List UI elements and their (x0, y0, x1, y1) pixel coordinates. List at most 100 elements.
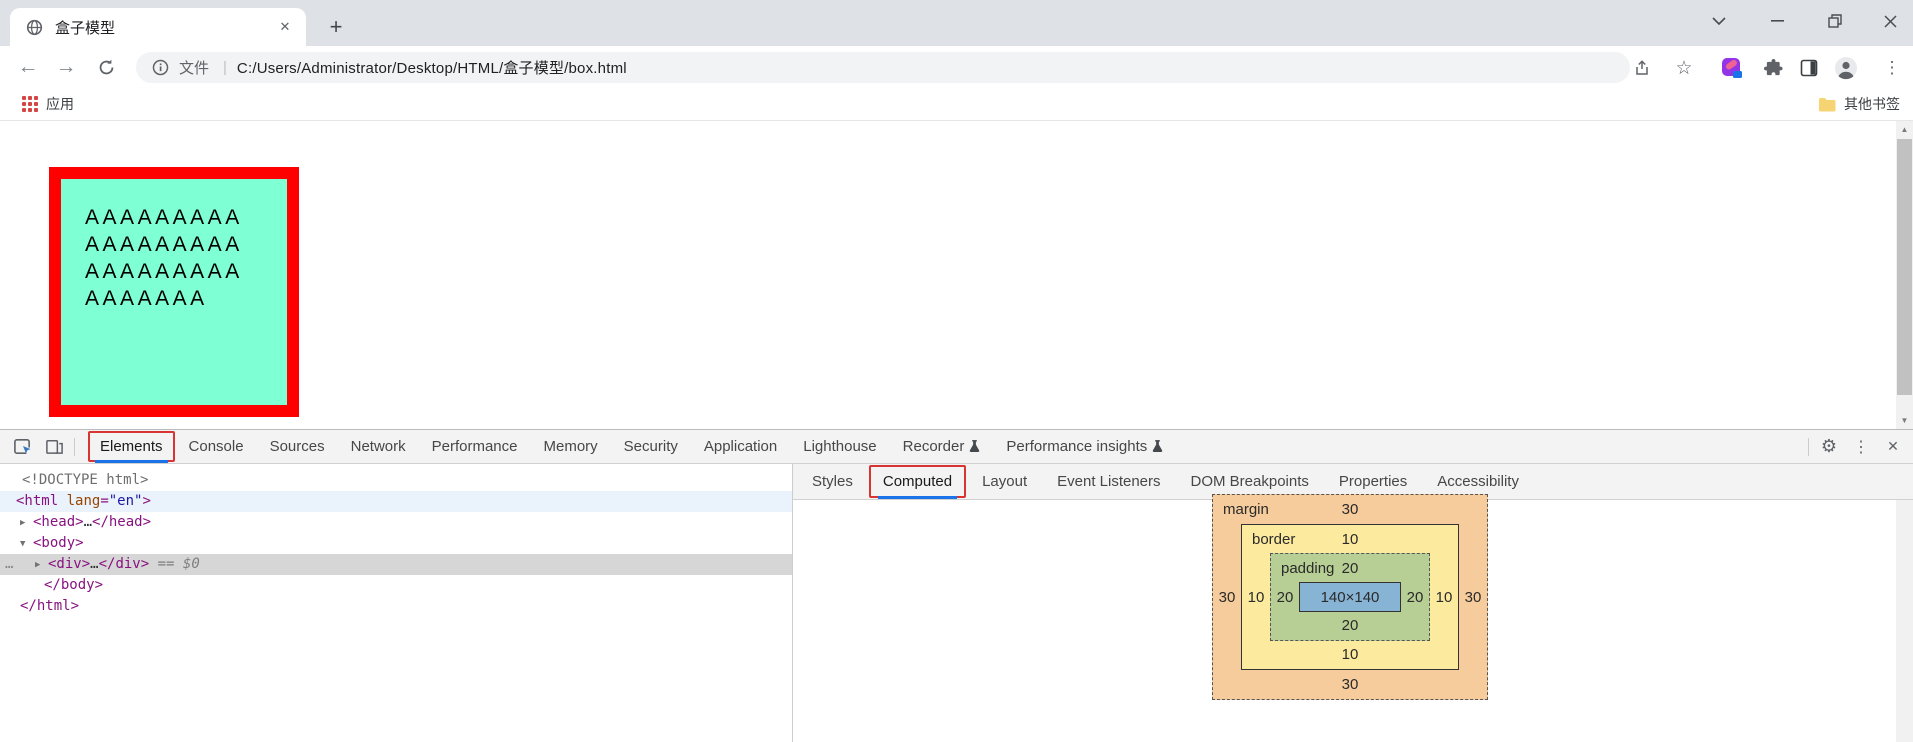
browser-menu-icon[interactable]: ⋮ (1878, 54, 1906, 82)
sidebar-tab-label: Layout (982, 473, 1027, 490)
box-model-padding-ring[interactable]: padding 20 20 20 20 140×140 (1270, 553, 1430, 641)
content-size-value: 140×140 (1321, 589, 1380, 606)
dom-tree-row[interactable]: <!DOCTYPE html> (0, 470, 792, 491)
devtools-tab-label: Console (189, 438, 244, 455)
dom-tree-row[interactable]: <html lang="en"> (0, 491, 792, 512)
expand-arrow-icon[interactable]: ▶ (35, 555, 40, 576)
sidebar-tab-label: Accessibility (1437, 473, 1519, 490)
devtools-tab-performance[interactable]: Performance (419, 430, 531, 463)
devtools-tab-sources[interactable]: Sources (257, 430, 338, 463)
devtools-tab-network[interactable]: Network (338, 430, 419, 463)
dom-node-text: </body> (0, 577, 103, 593)
url-scheme-label: 文件 (179, 57, 209, 78)
box-model-demo-element: A A A A A A A A AA A A A A A A A AA A A … (49, 167, 299, 417)
devtools-tab-label: Lighthouse (803, 438, 876, 455)
sidebar-tab-label: Event Listeners (1057, 473, 1160, 490)
scroll-up-icon[interactable]: ▲ (1896, 121, 1913, 138)
devtools-tab-security[interactable]: Security (611, 430, 691, 463)
restore-button[interactable] (1812, 0, 1858, 42)
sidebar-tab-computed[interactable]: Computed (868, 464, 967, 499)
devtools-tab-label: Elements (100, 438, 163, 455)
demo-box-text-line: A A A A A A A A A (85, 258, 287, 285)
device-toolbar-icon[interactable] (38, 434, 70, 460)
border-left-value: 10 (1242, 525, 1270, 669)
forward-icon[interactable]: → (52, 53, 80, 81)
toolbar-divider (74, 438, 75, 456)
extension-badge-icon[interactable] (1718, 54, 1746, 82)
devtools-close-icon[interactable]: ✕ (1877, 434, 1909, 460)
new-tab-button[interactable]: + (322, 13, 350, 41)
tab-search-chevron-icon[interactable] (1696, 0, 1742, 42)
browser-tab[interactable]: 盒子模型 ✕ (10, 8, 306, 46)
sidebar-tab-label: DOM Breakpoints (1191, 473, 1309, 490)
sidebar-scrollbar[interactable] (1896, 500, 1913, 742)
tab-strip: 盒子模型 ✕ + (0, 0, 1913, 46)
box-model-border-ring[interactable]: border 10 10 10 10 padding 20 20 20 20 1… (1241, 524, 1459, 670)
border-top-value: 10 (1242, 525, 1458, 554)
devtools-tab-lighthouse[interactable]: Lighthouse (790, 430, 889, 463)
devtools-tab-elements[interactable]: Elements (87, 430, 176, 463)
scroll-down-icon[interactable]: ▼ (1896, 412, 1913, 429)
dom-node-text: <!DOCTYPE html> (0, 472, 148, 488)
url-text: C:/Users/Administrator/Desktop/HTML/盒子模型… (237, 57, 627, 78)
elements-dom-tree: <!DOCTYPE html> <html lang="en">▶<head>…<… (0, 464, 793, 742)
devtools-tab-label: Security (624, 438, 678, 455)
bookmarks-bar: 应用 其他书签 (0, 88, 1913, 121)
apps-label: 应用 (46, 94, 74, 114)
page-scrollbar[interactable]: ▲ ▼ (1896, 121, 1913, 429)
reload-icon[interactable] (92, 53, 120, 81)
side-panel-icon[interactable] (1795, 54, 1823, 82)
flask-icon (969, 440, 980, 453)
devtools-tab-console[interactable]: Console (176, 430, 257, 463)
expand-arrow-icon[interactable]: ▶ (20, 513, 25, 534)
margin-left-value: 30 (1213, 495, 1241, 699)
dom-tree-row[interactable]: </body> (0, 575, 792, 596)
tab-close-icon[interactable]: ✕ (274, 16, 296, 38)
sidebar-tab-styles[interactable]: Styles (797, 464, 868, 499)
border-bottom-value: 10 (1242, 640, 1458, 669)
browser-toolbar: ← → 文件 | C:/Users/Administrator/Desktop/… (0, 46, 1913, 88)
share-icon[interactable] (1628, 54, 1656, 82)
dom-tree-row[interactable]: …▶<div>…</div> == $0 (0, 554, 792, 575)
bookmark-apps[interactable]: 应用 (22, 88, 74, 120)
bookmark-star-icon[interactable]: ☆ (1670, 54, 1698, 82)
devtools-tab-memory[interactable]: Memory (531, 430, 611, 463)
sidebar-tab-event-listeners[interactable]: Event Listeners (1042, 464, 1175, 499)
devtools-toolbar: Elements Console Sources Network Performance… (0, 429, 1913, 464)
dom-tree-row[interactable]: ▼<body> (0, 533, 792, 554)
profile-avatar[interactable] (1832, 54, 1860, 82)
box-model-content[interactable]: 140×140 (1299, 582, 1401, 612)
globe-favicon-icon (26, 19, 43, 36)
extensions-puzzle-icon[interactable] (1759, 54, 1787, 82)
devtools-tab-label: Performance (432, 438, 518, 455)
dom-node-text: <body> (0, 535, 84, 551)
devtools-menu-icon[interactable]: ⋮ (1845, 434, 1877, 460)
padding-left-value: 20 (1271, 554, 1299, 640)
box-model-margin-ring[interactable]: margin 30 30 30 30 border 10 10 10 10 pa… (1212, 494, 1488, 700)
other-bookmarks[interactable]: 其他书签 (1818, 88, 1900, 120)
minimize-button[interactable] (1754, 0, 1800, 42)
devtools-tab-application[interactable]: Application (691, 430, 790, 463)
devtools-settings-gear-icon[interactable]: ⚙ (1813, 434, 1845, 460)
tab-title: 盒子模型 (55, 17, 274, 38)
window-close-button[interactable] (1867, 0, 1913, 42)
box-model-diagram: margin 30 30 30 30 border 10 10 10 10 pa… (1212, 494, 1488, 700)
devtools-tab-recorder[interactable]: Recorder (890, 430, 994, 463)
devtools-tabs: Elements Console Sources Network Performance… (87, 430, 1176, 463)
devtools-tab-performance-insights[interactable]: Performance insights (993, 430, 1176, 463)
back-icon[interactable]: ← (14, 53, 42, 81)
page-scrollbar-thumb[interactable] (1897, 139, 1912, 395)
row-ellipsis-gutter[interactable]: … (5, 554, 13, 575)
info-icon[interactable] (152, 59, 169, 76)
dom-node-text: </html> (0, 598, 79, 614)
sidebar-tab-layout[interactable]: Layout (967, 464, 1042, 499)
margin-top-value: 30 (1213, 495, 1487, 524)
inspect-element-icon[interactable] (6, 434, 38, 460)
devtools-tab-label: Network (351, 438, 406, 455)
expand-arrow-icon[interactable]: ▼ (20, 534, 25, 555)
dom-tree-row[interactable]: ▶<head>…</head> (0, 512, 792, 533)
apps-grid-icon (22, 96, 38, 112)
dom-tree-row[interactable]: </html> (0, 596, 792, 617)
folder-icon (1818, 97, 1836, 112)
address-bar[interactable]: 文件 | C:/Users/Administrator/Desktop/HTML… (136, 52, 1630, 83)
